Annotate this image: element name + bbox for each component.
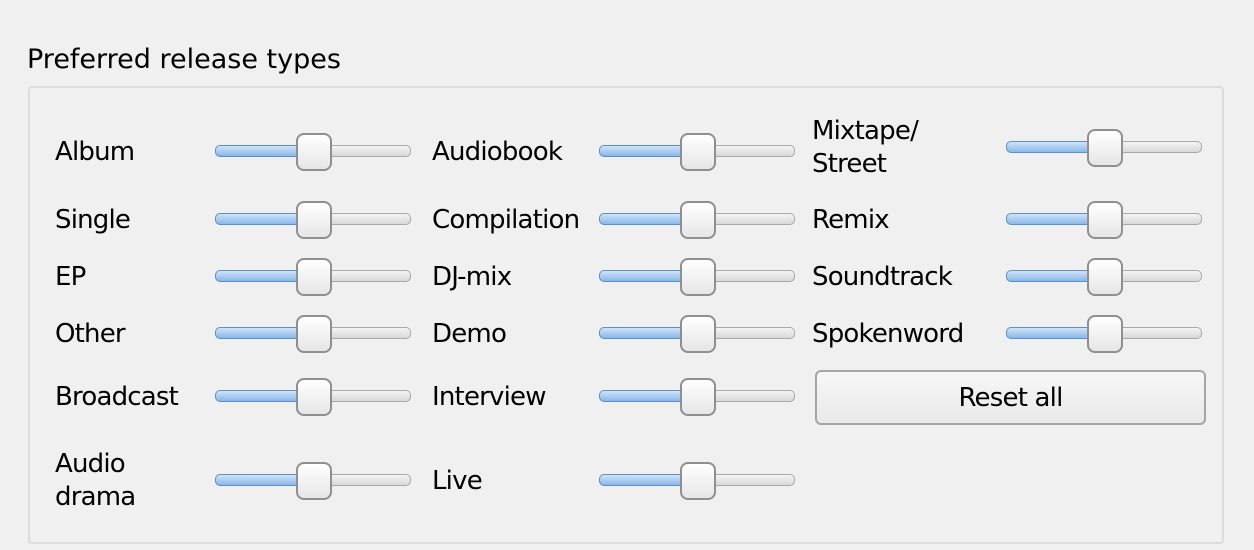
slider-handle[interactable] <box>296 201 332 239</box>
slider-live[interactable] <box>599 461 795 501</box>
label-interview: Interview <box>432 382 547 412</box>
slider-soundtrack[interactable] <box>1006 257 1202 297</box>
label-compilation: Compilation <box>432 205 580 235</box>
slider-handle[interactable] <box>680 378 716 416</box>
slider-handle[interactable] <box>1087 258 1123 296</box>
slider-audiobook[interactable] <box>599 132 795 172</box>
slider-dj-mix[interactable] <box>599 257 795 297</box>
slider-handle[interactable] <box>680 462 716 500</box>
slider-handle[interactable] <box>296 133 332 171</box>
label-dj-mix: DJ-mix <box>432 262 512 292</box>
slider-handle[interactable] <box>296 258 332 296</box>
label-demo: Demo <box>432 319 507 349</box>
slider-handle[interactable] <box>1087 129 1123 167</box>
slider-handle[interactable] <box>1087 201 1123 239</box>
slider-remix[interactable] <box>1006 200 1202 240</box>
slider-handle[interactable] <box>296 378 332 416</box>
slider-handle[interactable] <box>680 201 716 239</box>
slider-mixtape-street[interactable] <box>1006 128 1202 168</box>
slider-compilation[interactable] <box>599 200 795 240</box>
label-other: Other <box>55 319 126 349</box>
slider-handle[interactable] <box>680 315 716 353</box>
slider-single[interactable] <box>215 200 411 240</box>
label-live: Live <box>432 466 483 496</box>
label-album: Album <box>55 137 135 167</box>
slider-handle[interactable] <box>1087 315 1123 353</box>
slider-spokenword[interactable] <box>1006 314 1202 354</box>
label-single: Single <box>55 205 131 235</box>
label-spokenword: Spokenword <box>812 319 964 349</box>
label-remix: Remix <box>812 205 890 235</box>
slider-other[interactable] <box>215 314 411 354</box>
slider-handle[interactable] <box>680 258 716 296</box>
label-soundtrack: Soundtrack <box>812 262 953 292</box>
slider-handle[interactable] <box>296 315 332 353</box>
slider-audio-drama[interactable] <box>215 461 411 501</box>
label-broadcast: Broadcast <box>55 382 179 412</box>
label-audiobook: Audiobook <box>432 137 563 167</box>
slider-handle[interactable] <box>296 462 332 500</box>
slider-broadcast[interactable] <box>215 377 411 417</box>
label-mixtape-street: Mixtape/ Street <box>812 116 919 179</box>
label-audio-drama: Audio drama <box>55 449 136 512</box>
label-ep: EP <box>55 262 86 292</box>
group-title: Preferred release types <box>27 44 341 75</box>
slider-ep[interactable] <box>215 257 411 297</box>
slider-handle[interactable] <box>680 133 716 171</box>
reset-all-button[interactable]: Reset all <box>815 370 1206 425</box>
slider-album[interactable] <box>215 132 411 172</box>
slider-interview[interactable] <box>599 377 795 417</box>
slider-demo[interactable] <box>599 314 795 354</box>
